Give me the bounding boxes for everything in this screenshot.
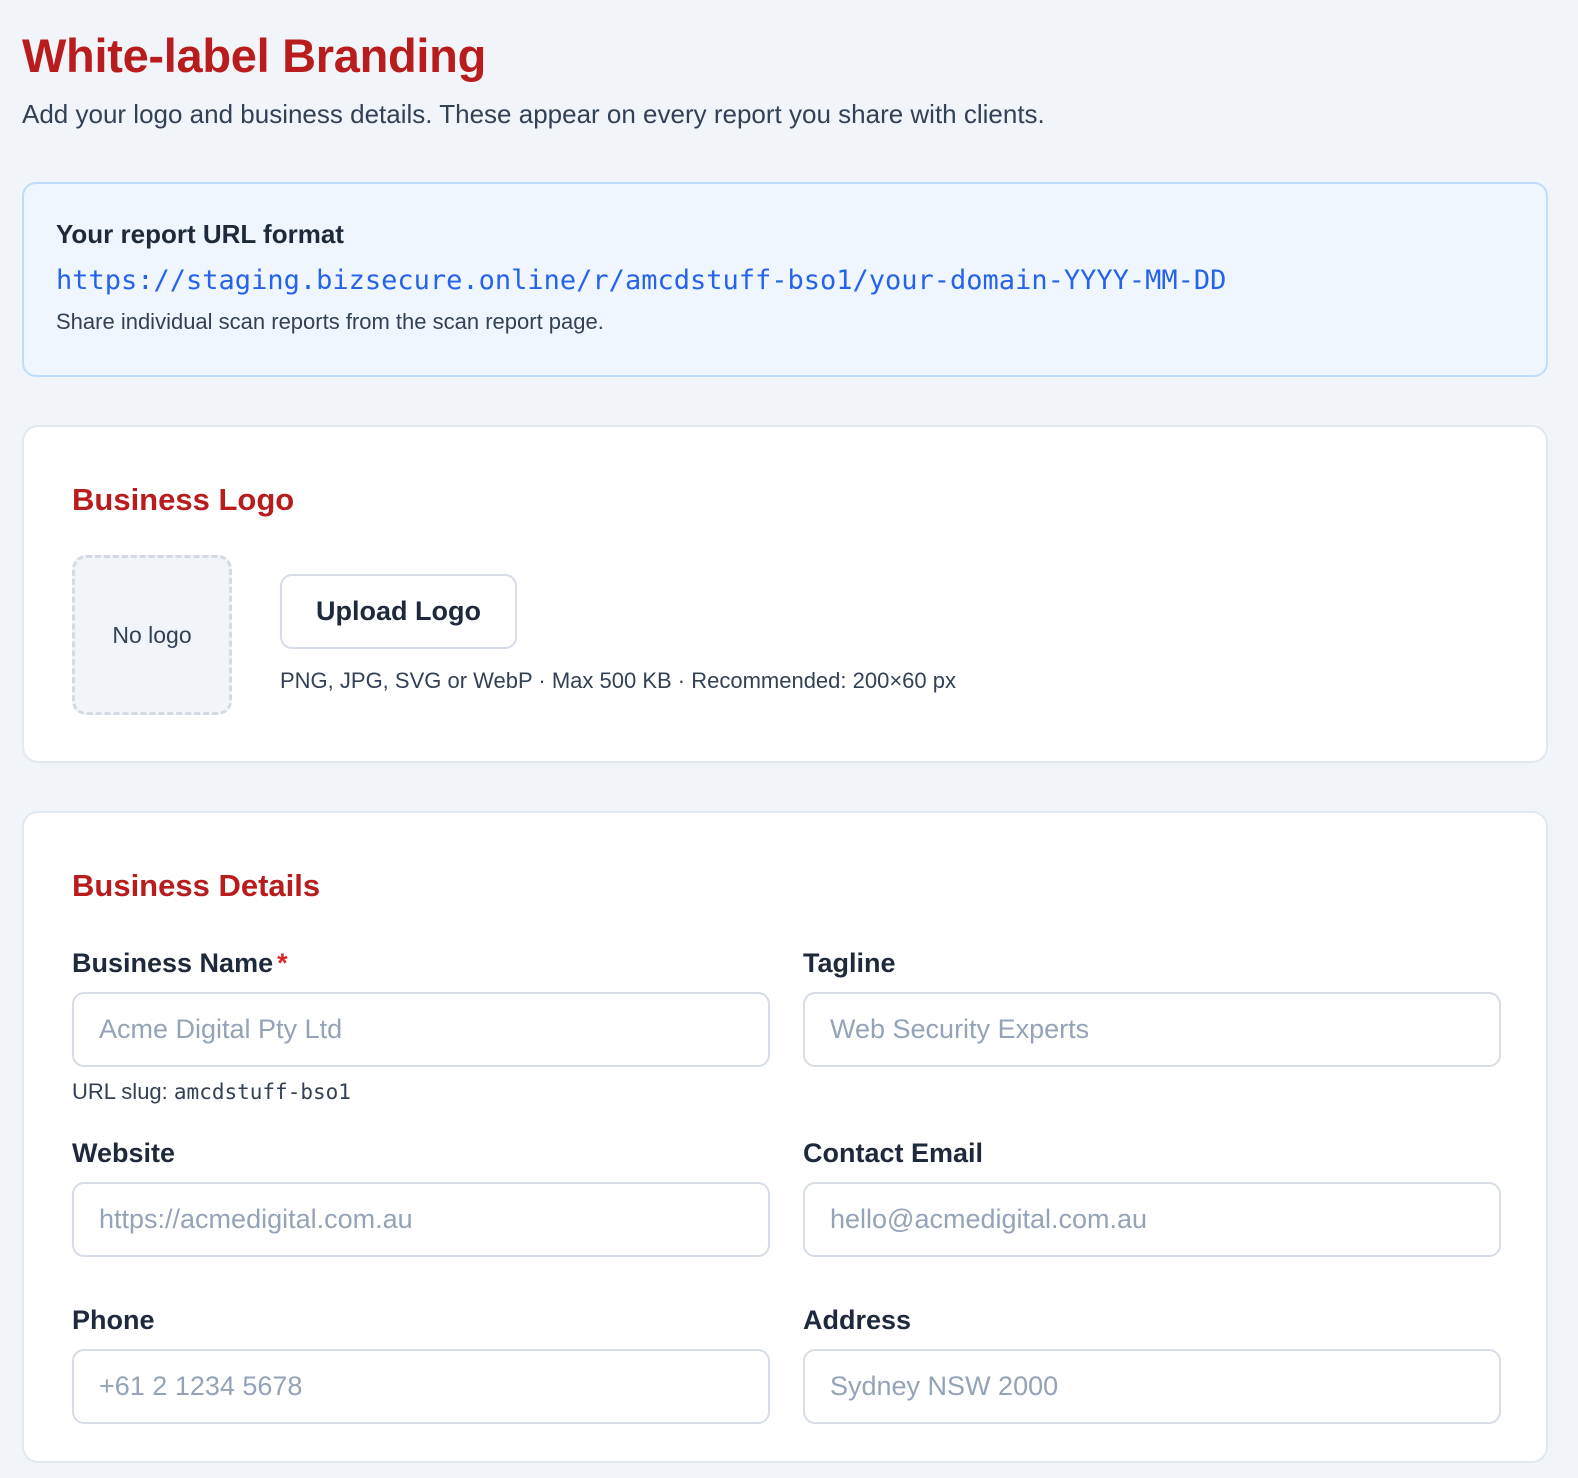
contact-email-label: Contact Email <box>803 1138 984 1168</box>
address-input[interactable] <box>803 1349 1501 1424</box>
branding-page: White-label Branding Add your logo and b… <box>0 0 1578 1463</box>
url-format-title: Your report URL format <box>56 219 344 249</box>
report-url-example: https://staging.bizsecure.online/r/amcds… <box>56 265 1227 296</box>
business-details-heading: Business Details <box>72 868 321 903</box>
business-name-label-row: Business Name * <box>72 947 770 979</box>
tagline-label: Tagline <box>803 948 896 978</box>
upload-logo-button[interactable]: Upload Logo <box>280 574 517 649</box>
contact-email-field: Contact Email <box>803 1137 1501 1257</box>
address-field: Address <box>803 1304 1501 1424</box>
logo-actions: Upload Logo PNG, JPG, SVG or WebP · Max … <box>280 555 956 695</box>
phone-field: Phone <box>72 1304 770 1424</box>
no-logo-text: No logo <box>112 621 192 648</box>
business-details-form: Business Name* URL slug: amcdstuff-bso1 … <box>72 947 1501 1424</box>
business-name-label: Business Name <box>72 948 274 978</box>
tagline-field: Tagline <box>803 947 1501 1106</box>
report-url-format-panel: Your report URL format https://staging.b… <box>22 182 1548 377</box>
upload-hint: PNG, JPG, SVG or WebP · Max 500 KB · Rec… <box>280 668 956 693</box>
business-logo-card: Business Logo No logo Upload Logo PNG, J… <box>22 425 1548 763</box>
website-input[interactable] <box>72 1182 770 1257</box>
phone-label: Phone <box>72 1305 155 1335</box>
website-field: Website <box>72 1137 770 1257</box>
page-title: White-label Branding <box>22 29 487 82</box>
tagline-input[interactable] <box>803 992 1501 1067</box>
required-marker: * <box>277 948 288 978</box>
url-slug-hint: URL slug: amcdstuff-bso1 <box>72 1078 770 1106</box>
logo-row: No logo Upload Logo PNG, JPG, SVG or Web… <box>72 555 1498 715</box>
contact-email-input[interactable] <box>803 1182 1501 1257</box>
url-slug-value: amcdstuff-bso1 <box>173 1080 351 1104</box>
address-label: Address <box>803 1305 912 1335</box>
business-name-input[interactable] <box>72 992 770 1067</box>
url-slug-label: URL slug: <box>72 1079 168 1104</box>
website-label: Website <box>72 1138 176 1168</box>
url-format-note: Share individual scan reports from the s… <box>56 309 604 334</box>
page-subtitle: Add your logo and business details. Thes… <box>22 99 1045 129</box>
business-name-field: Business Name* URL slug: amcdstuff-bso1 <box>72 947 770 1106</box>
business-logo-heading: Business Logo <box>72 482 295 517</box>
phone-input[interactable] <box>72 1349 770 1424</box>
business-details-card: Business Details Business Name* URL slug… <box>22 811 1548 1463</box>
logo-preview-placeholder: No logo <box>72 555 232 715</box>
